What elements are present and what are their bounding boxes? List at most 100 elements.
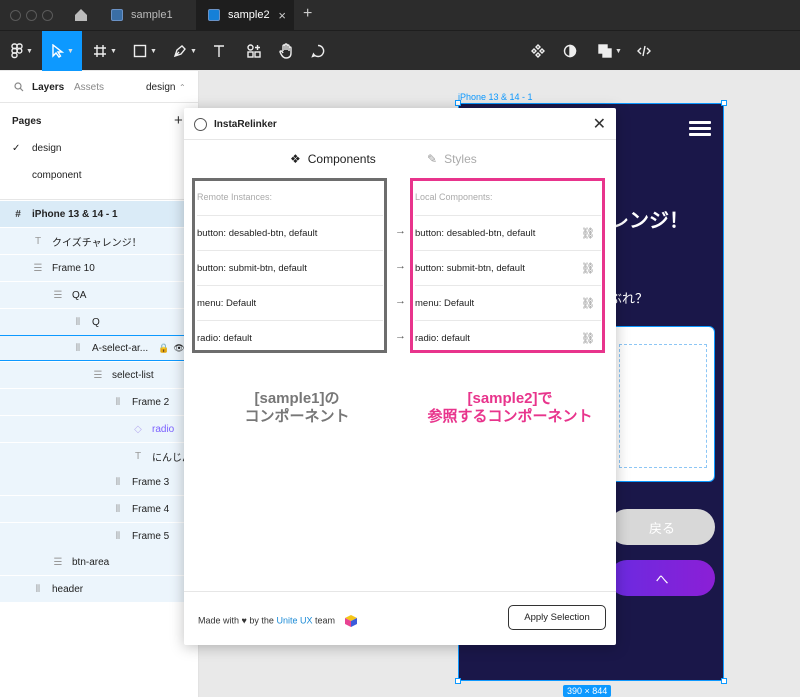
unlink-icon[interactable]: ⛓ [581,262,595,275]
eyedropper-icon: ✎ [427,152,438,166]
unlink-icon[interactable]: ⛓ [581,227,595,240]
frame-label[interactable]: iPhone 13 & 14 - 1 [458,92,533,102]
resize-handle[interactable] [721,678,727,684]
search-icon[interactable] [14,82,24,92]
shape-tool-button[interactable]: ▼ [128,31,162,71]
layer-frame-4[interactable]: ⦀ Frame 4 [0,496,199,522]
apply-selection-button[interactable]: Apply Selection [508,605,606,630]
mask-button[interactable] [558,31,582,71]
page-dropdown[interactable]: design [146,82,175,93]
zoom-window-button[interactable] [42,10,53,21]
dev-mode-button[interactable] [632,31,656,71]
caption-sample1: [sample1]の コンポーネント [244,390,350,425]
resources-tool-button[interactable] [242,31,266,71]
text-tool-button[interactable] [207,31,231,71]
frame-tool-button[interactable]: ▼ [88,31,122,71]
layer-q[interactable]: ⦀ Q [0,309,199,335]
select-list-outline [619,344,707,468]
component-button[interactable] [526,31,550,71]
layer-a-select-area[interactable]: ⦀ A-select-ar... 🔒 👁 [0,335,199,361]
layer-frame-iphone[interactable]: # iPhone 13 & 14 - 1 [0,201,199,227]
list-item[interactable]: button: desabled-btn, default ⛓ [415,215,601,250]
arrow-right-icon: → [395,295,406,307]
chevron-up-icon[interactable]: ⌃ [179,83,186,92]
list-item[interactable]: radio: default ⛓ [415,320,601,355]
layer-text-ninjin[interactable]: T にんじん [0,443,199,469]
chevron-down-icon: ▼ [67,47,74,55]
tab-sample1[interactable]: sample1 [99,0,194,30]
minimize-window-button[interactable] [26,10,37,21]
tab-assets[interactable]: Assets [74,82,104,93]
panel-tabs: Layers Assets design ⌃ [0,71,198,103]
back-button[interactable]: 戻る [609,509,715,545]
hamburger-menu-icon[interactable] [689,121,711,139]
lock-icon[interactable]: 🔒 [158,343,169,354]
unite-ux-link[interactable]: Unite UX [276,615,312,625]
hand-icon [279,43,292,59]
tab-styles[interactable]: ✎ Styles [427,152,477,166]
resize-handle[interactable] [455,678,461,684]
chevron-down-icon: ▼ [110,47,117,55]
layer-frame-10[interactable]: ☰ Frame 10 [0,255,199,281]
arrow-right-icon: → [395,260,406,272]
horizontal-layout-icon: ⦀ [115,396,121,408]
tab-components[interactable]: ❖ Components [290,152,376,166]
page-item-component[interactable]: component [32,170,81,181]
layer-header[interactable]: ⦀ header [0,576,199,602]
comment-tool-button[interactable] [306,31,330,71]
list-item[interactable]: button: submit-btn, default ⛓ [415,250,601,285]
title-bar: sample1 sample2 × + [0,0,800,30]
layer-radio[interactable]: ◇ radio [0,416,199,442]
close-tab-icon[interactable]: × [278,8,286,23]
list-item[interactable]: radio: default [197,320,383,355]
layer-frame-3[interactable]: ⦀ Frame 3 [0,469,199,495]
list-item[interactable]: button: desabled-btn, default [197,215,383,250]
plugin-footer: Made with ♥ by the Unite UX team Apply S… [184,591,616,645]
layer-frame-2[interactable]: ⦀ Frame 2 [0,389,199,415]
unite-ux-logo-icon [344,615,357,627]
main-menu-button[interactable]: ▼ [6,31,38,71]
horizontal-layout-icon: ⦀ [35,583,41,595]
close-icon[interactable]: ✕ [593,114,606,134]
cursor-icon [52,44,65,58]
horizontal-layout-icon: ⦀ [115,503,121,515]
move-tool-button[interactable]: ▼ [42,31,82,71]
resources-icon [247,44,261,58]
home-icon[interactable] [74,8,88,22]
tab-layers[interactable]: Layers [32,82,64,93]
hand-tool-button[interactable] [274,31,298,71]
close-window-button[interactable] [10,10,21,21]
layer-text-title[interactable]: T クイズチャレンジ！ [0,228,199,254]
check-icon: ✓ [12,143,21,154]
layer-qa[interactable]: ☰ QA [0,282,199,308]
horizontal-layout-icon: ⦀ [75,342,81,354]
unlink-icon[interactable]: ⛓ [581,297,595,310]
add-page-button[interactable]: + [174,112,183,129]
new-tab-button[interactable]: + [303,5,312,23]
chevron-down-icon: ▼ [615,47,622,55]
caption-sample2: [sample2]で 参照するコンポーネント [427,390,593,425]
unlink-icon[interactable]: ⛓ [581,332,595,345]
pen-icon [173,45,186,58]
chevron-down-icon: ▼ [26,47,33,55]
resize-handle[interactable] [455,100,461,106]
text-icon: T [34,235,42,247]
text-icon: T [134,450,142,462]
pen-tool-button[interactable]: ▼ [168,31,202,71]
plugin-header: InstaRelinker ✕ [184,108,616,140]
layer-btn-area[interactable]: ☰ btn-area [0,549,199,575]
instance-icon: ◇ [134,423,142,435]
remote-instances-heading: Remote Instances: [197,192,273,202]
layer-frame-5[interactable]: ⦀ Frame 5 [0,523,199,549]
page-item-design[interactable]: design [32,143,61,154]
next-button[interactable]: へ [609,560,715,596]
boolean-button[interactable]: ▼ [594,31,626,71]
list-item[interactable]: menu: Default ⛓ [415,285,601,320]
tab-sample2[interactable]: sample2 × [196,0,294,30]
list-item[interactable]: button: submit-btn, default [197,250,383,285]
local-components-heading: Local Components: [415,192,493,202]
list-item[interactable]: menu: Default [197,285,383,320]
code-icon [637,45,651,57]
layer-select-list[interactable]: ☰ select-list [0,362,199,388]
resize-handle[interactable] [721,100,727,106]
